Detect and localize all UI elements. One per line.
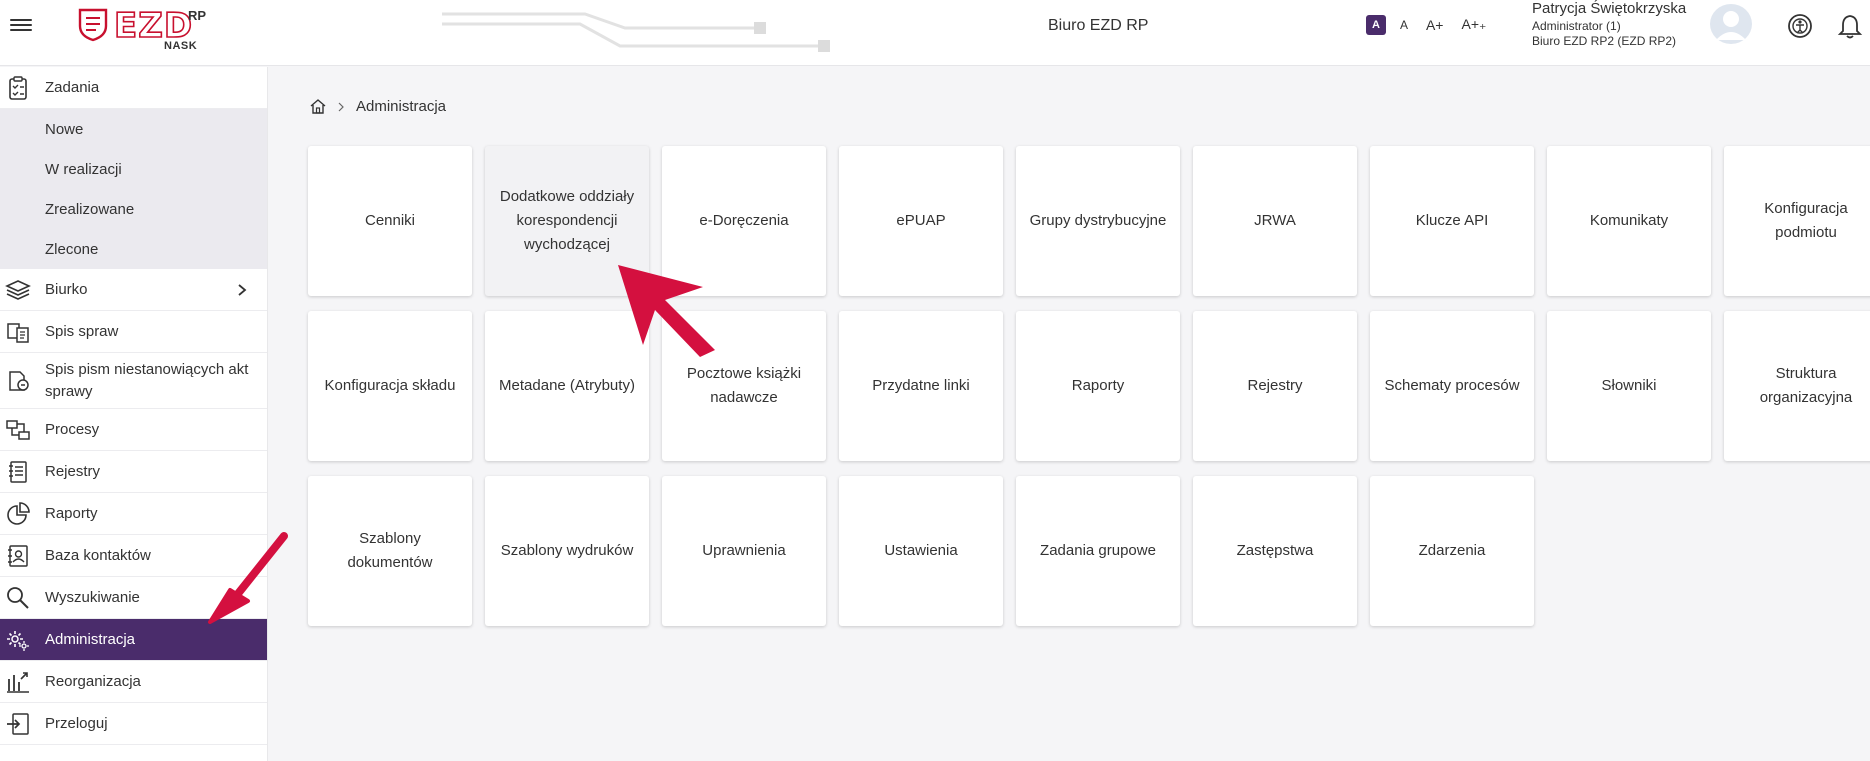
tile-uprawnienia[interactable]: Uprawnienia	[662, 476, 826, 626]
sidebar-item-raporty[interactable]: Raporty	[0, 493, 267, 535]
sidebar-item-administracja[interactable]: Administracja	[0, 619, 267, 661]
tile-metadane[interactable]: Metadane (Atrybuty)	[485, 311, 649, 461]
sidebar-item-label: Reorganizacja	[45, 673, 141, 690]
sidebar-item-label: Rejestry	[45, 463, 101, 480]
sidebar-item-label: Raporty	[45, 505, 98, 522]
menu-icon[interactable]	[10, 16, 32, 38]
font-size-small-button[interactable]: A	[1396, 16, 1412, 34]
logo-superscript: RP	[188, 8, 207, 23]
top-bar: EZD RP NASK Biuro EZD RP A A A+ A+₊ Patr…	[0, 0, 1870, 66]
sidebar-subitem-zlecone[interactable]: Zlecone	[0, 229, 267, 269]
logo-shield-icon	[78, 8, 108, 42]
breadcrumb-current: Administracja	[356, 98, 447, 115]
notifications-bell-icon[interactable]	[1836, 12, 1864, 40]
user-name: Patrycja Świętokrzyska	[1532, 0, 1687, 17]
cases-icon	[7, 322, 29, 343]
sidebar-item-rejestry[interactable]: Rejestry	[0, 451, 267, 493]
user-info[interactable]: Patrycja Świętokrzyska Administrator (1)…	[1532, 0, 1686, 49]
clipboard-tasks-icon	[9, 75, 27, 100]
tile-komunikaty[interactable]: Komunikaty	[1547, 146, 1711, 296]
user-office: Biuro EZD RP2 (EZD RP2)	[1532, 33, 1677, 48]
tile-rejestry[interactable]: Rejestry	[1193, 311, 1357, 461]
sidebar: Zadania Nowe W realizacji Zrealizowane Z…	[0, 67, 268, 761]
sidebar-item-label: Spis pism niestanowiących akt sprawy	[45, 360, 249, 400]
home-icon[interactable]	[310, 99, 326, 114]
chevron-right-icon	[238, 283, 247, 296]
pie-chart-icon	[7, 501, 30, 525]
tile-slowniki[interactable]: Słowniki	[1547, 311, 1711, 461]
tile-ustawienia[interactable]: Ustawienia	[839, 476, 1003, 626]
process-icon	[6, 419, 30, 440]
sidebar-item-spis-spraw[interactable]: Spis spraw	[0, 311, 267, 353]
tile-klucze-api[interactable]: Klucze API	[1370, 146, 1534, 296]
font-size-default-button[interactable]: A	[1366, 14, 1386, 35]
sidebar-subitem-w-realizacji[interactable]: W realizacji	[0, 149, 267, 189]
tile-przydatne-linki[interactable]: Przydatne linki	[839, 311, 1003, 461]
breadcrumb: Administracja	[310, 98, 446, 115]
sidebar-item-reorganizacja[interactable]: Reorganizacja	[0, 661, 267, 703]
reorganize-icon	[7, 671, 29, 693]
office-title: Biuro EZD RP	[1048, 17, 1149, 34]
search-icon	[7, 586, 29, 609]
tile-zastepstwa[interactable]: Zastępstwa	[1193, 476, 1357, 626]
register-icon	[9, 460, 27, 483]
tile-zdarzenia[interactable]: Zdarzenia	[1370, 476, 1534, 626]
sidebar-item-label: Baza kontaktów	[45, 547, 151, 564]
relogin-icon	[7, 712, 29, 735]
admin-tiles-grid: Cenniki Dodatkowe oddziały korespondencj…	[308, 146, 1870, 626]
font-size-controls: A A A+ A+₊	[1366, 14, 1490, 35]
sidebar-item-procesy[interactable]: Procesy	[0, 409, 267, 451]
sidebar-item-label: Biurko	[45, 281, 88, 298]
accessibility-icon[interactable]	[1786, 12, 1814, 40]
tile-struktura-organizacyjna[interactable]: Struktura organizacyjna	[1724, 311, 1870, 461]
tile-cenniki[interactable]: Cenniki	[308, 146, 472, 296]
sidebar-subitem-nowe[interactable]: Nowe	[0, 109, 267, 149]
breadcrumb-separator-icon	[338, 102, 344, 111]
sidebar-item-zadania[interactable]: Zadania	[0, 67, 267, 109]
logo-subtitle: NASK	[164, 40, 198, 52]
tile-dodatkowe-oddzialy[interactable]: Dodatkowe oddziały korespondencji wychod…	[485, 146, 649, 296]
sidebar-item-wyszukiwanie[interactable]: Wyszukiwanie	[0, 577, 267, 619]
sidebar-item-label: Spis spraw	[45, 323, 119, 340]
sidebar-item-biurko[interactable]: Biurko	[0, 269, 267, 311]
tile-e-doreczenia[interactable]: e-Doręczenia	[662, 146, 826, 296]
tile-raporty[interactable]: Raporty	[1016, 311, 1180, 461]
layers-icon	[5, 279, 31, 300]
font-size-large-button[interactable]: A+	[1422, 15, 1448, 35]
gear-icon	[7, 630, 29, 651]
sidebar-item-label: Zadania	[45, 79, 100, 96]
tile-schematy-procesow[interactable]: Schematy procesów	[1370, 311, 1534, 461]
tile-konfiguracja-podmiotu[interactable]: Konfiguracja podmiotu	[1724, 146, 1870, 296]
documents-icon	[9, 370, 29, 391]
avatar[interactable]	[1708, 4, 1754, 44]
user-role: Administrator (1)	[1532, 18, 1621, 33]
sidebar-item-label: Przeloguj	[45, 715, 108, 732]
sidebar-item-label: Administracja	[45, 631, 136, 648]
header-decoration	[442, 12, 830, 52]
sidebar-item-przeloguj[interactable]: Przeloguj	[0, 703, 267, 745]
tile-pocztowe-ksiazki[interactable]: Pocztowe książki nadawcze	[662, 311, 826, 461]
tile-szablony-wydrukow[interactable]: Szablony wydruków	[485, 476, 649, 626]
tile-jrwa[interactable]: JRWA	[1193, 146, 1357, 296]
tile-epuap[interactable]: ePUAP	[839, 146, 1003, 296]
font-size-xlarge-button[interactable]: A+₊	[1457, 14, 1490, 35]
sidebar-subitem-zrealizowane[interactable]: Zrealizowane	[0, 189, 267, 229]
tile-konfiguracja-skladu[interactable]: Konfiguracja składu	[308, 311, 472, 461]
sidebar-item-label: Procesy	[45, 421, 100, 438]
tile-zadania-grupowe[interactable]: Zadania grupowe	[1016, 476, 1180, 626]
tile-szablony-dokumentow[interactable]: Szablony dokumentów	[308, 476, 472, 626]
sidebar-item-spis-pism[interactable]: Spis pism niestanowiących akt sprawy	[0, 353, 267, 409]
sidebar-item-label: Wyszukiwanie	[45, 589, 140, 606]
app-logo[interactable]: EZD RP NASK	[76, 4, 216, 56]
contacts-icon	[8, 544, 28, 567]
tile-grupy-dystrybucyjne[interactable]: Grupy dystrybucyjne	[1016, 146, 1180, 296]
sidebar-item-baza-kontaktow[interactable]: Baza kontaktów	[0, 535, 267, 577]
